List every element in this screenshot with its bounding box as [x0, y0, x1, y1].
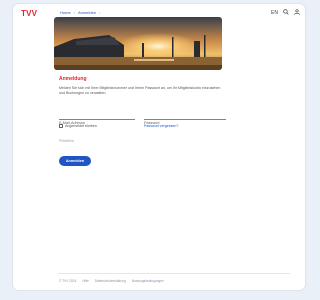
account-icon[interactable] [294, 9, 300, 17]
required-hint: Pflichtfeld [59, 139, 74, 143]
breadcrumb: Home › Anmelden › [60, 10, 100, 15]
footer-link[interactable]: Datenschutzerklärung [95, 279, 126, 283]
login-title: Anmeldung [59, 76, 87, 82]
remember-label: Angemeldet bleiben [65, 124, 97, 128]
header-icons: EN [271, 9, 300, 17]
forgot-password-link[interactable]: Passwort vergessen? [144, 124, 178, 128]
footer-divider [58, 273, 290, 274]
breadcrumb-home[interactable]: Home [60, 10, 71, 15]
remember-me[interactable]: Angemeldet bleiben [59, 124, 97, 128]
breadcrumb-current[interactable]: Anmelden [78, 10, 96, 15]
search-icon[interactable] [283, 9, 289, 17]
remember-checkbox[interactable] [59, 124, 63, 128]
footer-link[interactable]: Hilfe [82, 279, 88, 283]
email-field-wrapper [59, 111, 135, 127]
login-description: Melden Sie sich mit Ihrer Mitgliedsnumme… [59, 86, 221, 95]
password-field-wrapper [144, 111, 226, 127]
footer-link[interactable]: © TVV 2024 [59, 279, 76, 283]
breadcrumb-separator: › [99, 10, 101, 15]
brand-logo[interactable]: TVV [21, 9, 37, 18]
login-button[interactable]: Anmelden [59, 156, 91, 166]
footer-link[interactable]: Nutzungsbedingungen [132, 279, 164, 283]
footer-links: © TVV 2024 Hilfe Datenschutzerklärung Nu… [59, 279, 164, 283]
hero-image [54, 17, 222, 70]
breadcrumb-separator: › [73, 10, 76, 15]
language-switch[interactable]: EN [271, 10, 278, 16]
